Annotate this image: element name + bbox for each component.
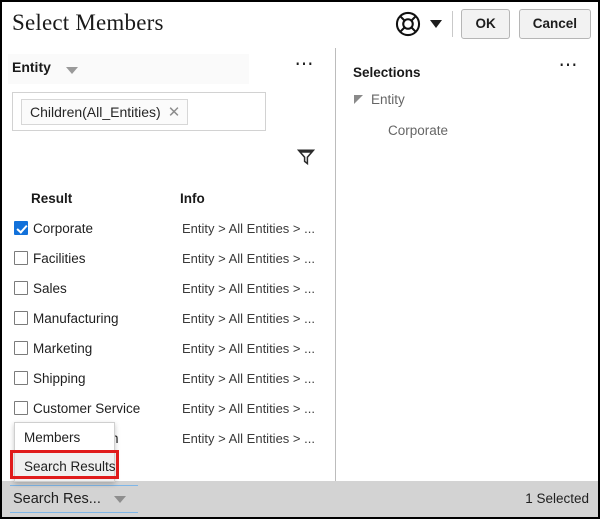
table-row[interactable]: Marketing Entity > All Entities > ... [2,333,335,363]
member-name-cell: Sales [33,281,67,296]
triangle-expanded-icon[interactable] [354,95,363,104]
column-header-result: Result [31,191,72,206]
close-x-icon[interactable]: ✕ [168,105,181,120]
selections-title: Selections [353,65,421,80]
member-checkbox[interactable] [14,221,28,235]
dialog-titlebar: Select Members OK Cancel [2,2,598,46]
member-name-cell: Corporate [33,221,93,236]
members-panel: Entity ⋯ Children(All_Entities) ✕ Result… [2,48,335,481]
column-header-info: Info [180,191,205,206]
funnel-filter-icon[interactable] [297,148,315,166]
member-info-cell: Entity > All Entities > ... [182,431,315,446]
member-info-cell: Entity > All Entities > ... [182,371,315,386]
table-row[interactable]: Facilities Entity > All Entities > ... [2,243,335,273]
member-name-cell: Customer Service [33,401,140,416]
member-name-cell: Facilities [33,251,86,266]
page-title: Select Members [12,10,164,36]
member-info-cell: Entity > All Entities > ... [182,311,315,326]
titlebar-actions: OK Cancel [395,8,591,40]
selections-tree-root[interactable]: Entity [354,92,405,107]
member-checkbox[interactable] [14,371,28,385]
member-checkbox[interactable] [14,281,28,295]
view-mode-select[interactable]: Search Res... [10,485,138,513]
menu-item[interactable]: Search Results [15,452,114,481]
member-tag-label: Children(All_Entities) [30,104,161,120]
dialog-statusbar: Search Res... 1 Selected [2,481,598,517]
selections-tree-child[interactable]: Corporate [388,123,448,138]
member-name-cell: Manufacturing [33,311,119,326]
member-search-input[interactable]: Children(All_Entities) ✕ [12,92,266,131]
member-name-cell: Shipping [33,371,86,386]
table-row[interactable]: Corporate Entity > All Entities > ... [2,213,335,243]
select-members-dialog: Select Members OK Cancel Entity ⋯ Childr… [0,0,600,519]
dimension-label: Entity [12,59,51,75]
menu-item[interactable]: Members [15,423,114,452]
chevron-down-icon[interactable] [66,67,78,74]
table-row[interactable]: Customer Service Entity > All Entities > … [2,393,335,423]
member-info-cell: Entity > All Entities > ... [182,281,315,296]
table-row[interactable]: Shipping Entity > All Entities > ... [2,363,335,393]
view-mode-select-label: Search Res... [13,491,101,507]
cancel-button[interactable]: Cancel [519,9,591,39]
member-info-cell: Entity > All Entities > ... [182,341,315,356]
titlebar-divider [452,11,453,37]
view-mode-dropdown-menu[interactable]: MembersSearch Results [14,422,115,482]
selections-panel: Selections ⋯ Entity Corporate [336,48,598,481]
ellipsis-horizontal-icon[interactable]: ⋯ [295,59,316,71]
member-name-cell: Marketing [33,341,92,356]
member-checkbox[interactable] [14,311,28,325]
member-selector-wheel-icon[interactable] [395,11,421,37]
member-info-cell: Entity > All Entities > ... [182,221,315,236]
selected-count-status: 1 Selected [525,491,589,506]
table-row[interactable]: Sales Entity > All Entities > ... [2,273,335,303]
member-info-cell: Entity > All Entities > ... [182,251,315,266]
member-tag-chip[interactable]: Children(All_Entities) ✕ [21,99,188,125]
member-checkbox[interactable] [14,251,28,265]
selections-tree-root-label: Entity [371,92,405,107]
member-info-cell: Entity > All Entities > ... [182,401,315,416]
ok-button[interactable]: OK [461,9,509,39]
chevron-down-icon[interactable] [114,496,126,503]
table-row[interactable]: Manufacturing Entity > All Entities > ... [2,303,335,333]
member-checkbox[interactable] [14,341,28,355]
ellipsis-horizontal-icon[interactable]: ⋯ [559,60,580,72]
member-checkbox[interactable] [14,401,28,415]
chevron-down-icon[interactable] [430,20,442,28]
